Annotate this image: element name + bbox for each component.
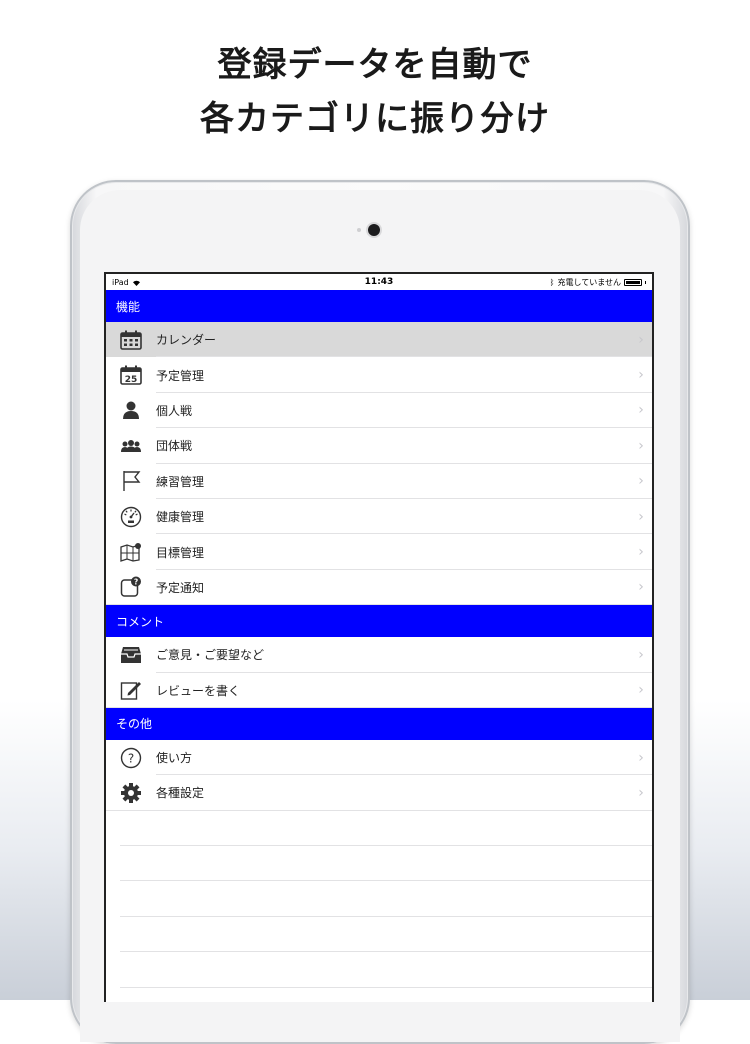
menu-row[interactable]: カレンダー › <box>106 322 652 358</box>
help-circle-icon: ? <box>106 747 156 769</box>
menu-row[interactable]: 各種設定 › <box>106 775 652 812</box>
gauge-icon <box>106 506 156 528</box>
front-camera <box>368 224 380 236</box>
headline-line-1: 登録データを自動で <box>217 45 533 85</box>
svg-text:25: 25 <box>125 375 138 385</box>
chevron-right-icon: › <box>638 508 644 525</box>
calendar-grid-icon <box>106 330 156 350</box>
menu-row-label: 個人戦 <box>156 403 193 418</box>
chevron-right-icon: › <box>638 784 644 801</box>
menu-row-label: 使い方 <box>156 751 193 766</box>
menu-row[interactable]: 健康管理 › <box>106 498 652 535</box>
settings-menu: 機能 カレンダー › 25 予定管理 › 個人戦 › 団体戦 › 練習管理 › 健康管理 › 目標管理 ›? 予… <box>106 290 652 1002</box>
menu-row[interactable]: レビューを書く › <box>106 672 652 709</box>
menu-row-label: 団体戦 <box>156 439 193 454</box>
menu-row-label: 予定管理 <box>156 368 205 383</box>
menu-row-label: カレンダー <box>156 333 217 348</box>
gear-icon <box>106 782 156 804</box>
chevron-right-icon: › <box>638 544 644 561</box>
menu-row-label: 練習管理 <box>156 474 205 489</box>
chevron-right-icon: › <box>638 367 644 384</box>
flag-icon <box>106 470 156 492</box>
menu-row[interactable]: 個人戦 › <box>106 392 652 429</box>
headline-line-2: 各カテゴリに振り分け <box>200 99 550 139</box>
wifi-icon <box>132 279 141 286</box>
menu-row[interactable]: 25 予定管理 › <box>106 357 652 394</box>
empty-row <box>106 811 652 847</box>
compose-icon <box>106 679 156 701</box>
empty-row <box>106 881 652 918</box>
chevron-right-icon: › <box>638 749 644 766</box>
status-bar: iPad 11:43 ᛒ 充電していません <box>106 274 652 290</box>
charging-status: 充電していません <box>557 277 621 287</box>
chevron-right-icon: › <box>638 682 644 699</box>
group-icon <box>106 439 156 453</box>
chevron-right-icon: › <box>638 579 644 596</box>
chevron-right-icon: › <box>638 473 644 490</box>
empty-row <box>106 917 652 953</box>
chevron-right-icon: › <box>638 437 644 454</box>
svg-text:?: ? <box>128 751 134 765</box>
menu-row-label: 健康管理 <box>156 510 205 525</box>
empty-row <box>106 952 652 989</box>
section-header: その他 <box>106 707 652 740</box>
section-header: 機能 <box>106 290 652 322</box>
menu-row[interactable]: ? 使い方 › <box>106 739 652 776</box>
calendar-25-icon: 25 <box>106 365 156 385</box>
status-time: 11:43 <box>364 277 394 287</box>
section-header: コメント <box>106 605 652 638</box>
menu-row-label: 各種設定 <box>156 786 205 801</box>
menu-row-label: 予定通知 <box>156 580 205 595</box>
chevron-right-icon: › <box>638 331 644 348</box>
menu-row[interactable]: 練習管理 › <box>106 463 652 500</box>
chevron-right-icon: › <box>638 402 644 419</box>
menu-row-label: 目標管理 <box>156 545 205 560</box>
menu-row-label: レビューを書く <box>156 683 241 698</box>
svg-text:?: ? <box>134 578 138 587</box>
ambient-sensor <box>357 228 361 232</box>
battery-icon <box>624 278 642 286</box>
menu-row-label: ご意見・ご要望など <box>156 648 265 663</box>
empty-row <box>106 846 652 882</box>
bluetooth-icon: ᛒ <box>549 277 555 287</box>
device-name: iPad <box>112 277 129 287</box>
chevron-right-icon: › <box>638 646 644 663</box>
menu-row[interactable]: 団体戦 › <box>106 428 652 464</box>
person-icon <box>106 400 156 420</box>
notification-icon: ? <box>106 576 156 598</box>
map-pin-icon <box>106 542 156 562</box>
menu-row[interactable]: ご意見・ご要望など › <box>106 637 652 673</box>
menu-row[interactable]: 目標管理 › <box>106 534 652 571</box>
menu-row[interactable]: ? 予定通知 › <box>106 569 652 606</box>
app-screen: iPad 11:43 ᛒ 充電していません 機能 カレンダー › 25 予定管理 › 個人戦… <box>104 272 654 1002</box>
inbox-icon <box>106 646 156 664</box>
headline: 登録データを自動で 各カテゴリに振り分け <box>0 38 750 146</box>
